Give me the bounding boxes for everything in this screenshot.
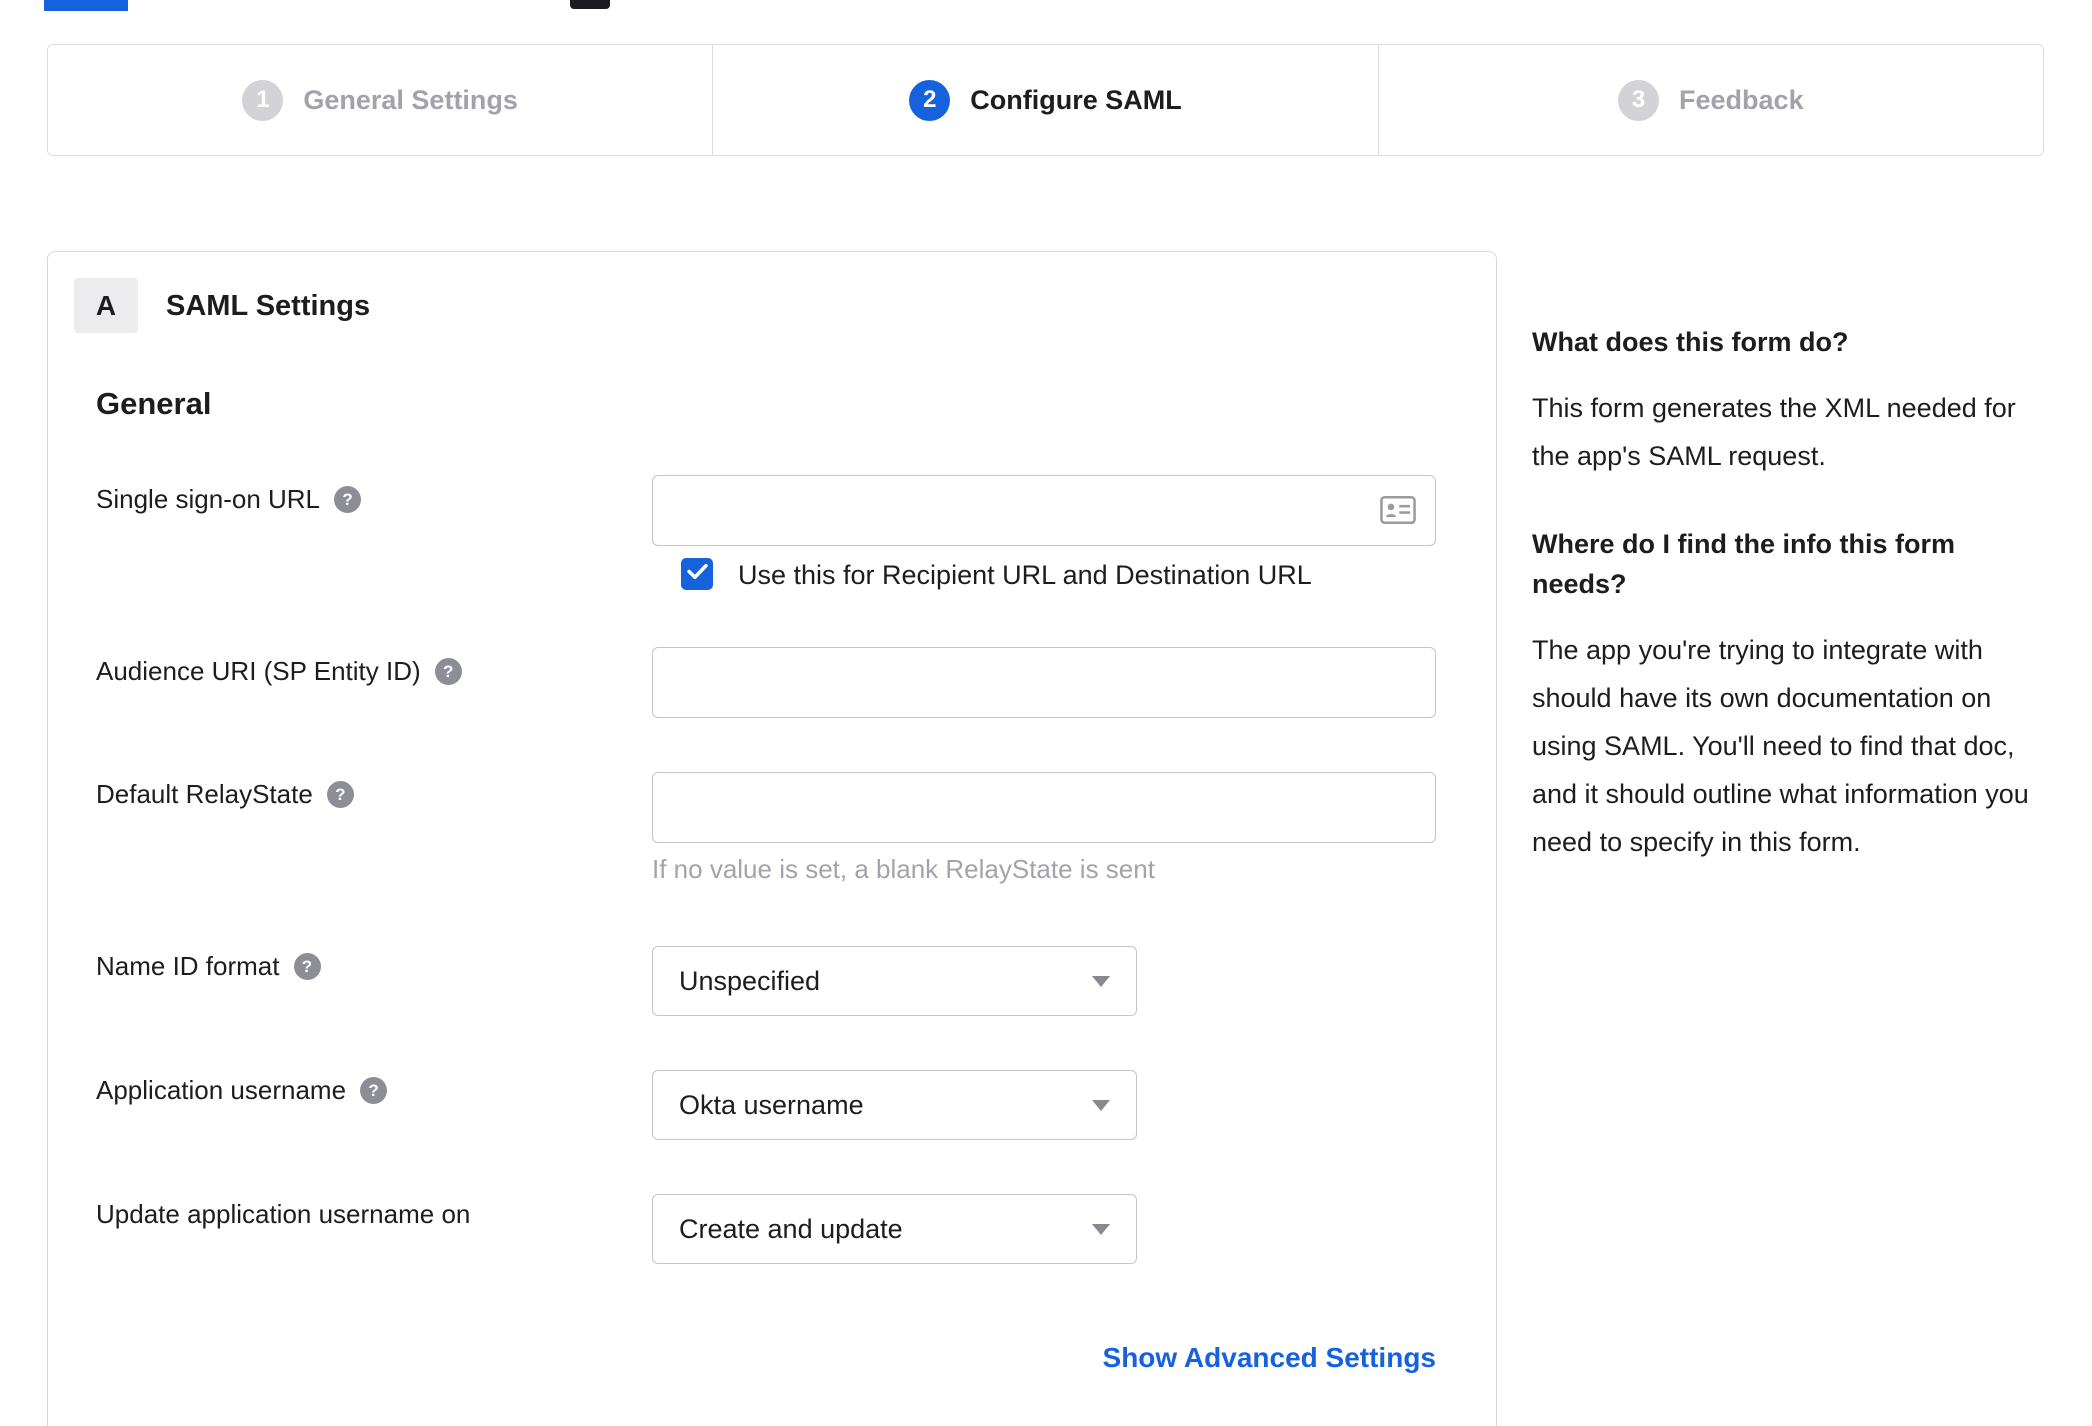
check-icon — [686, 563, 708, 585]
relay-state-label-text: Default RelayState — [96, 779, 313, 809]
step-number-icon: 3 — [1618, 79, 1660, 121]
recipient-destination-checkbox-label[interactable]: Use this for Recipient URL and Destinati… — [738, 558, 1312, 592]
audience-uri-label-text: Audience URI (SP Entity ID) — [96, 656, 421, 686]
general-section-heading: General — [96, 386, 212, 421]
audience-uri-label: Audience URI (SP Entity ID) — [96, 656, 462, 687]
chevron-down-icon — [1092, 1099, 1110, 1111]
update-application-username-label: Update application username on — [96, 1199, 470, 1230]
sso-url-label-text: Single sign-on URL — [96, 484, 321, 514]
application-username-select[interactable]: Okta username — [652, 1070, 1137, 1140]
help-icon[interactable] — [360, 1077, 388, 1104]
recipient-destination-checkbox[interactable] — [681, 558, 713, 590]
step-number-icon: 1 — [242, 79, 284, 121]
sso-url-input[interactable] — [652, 475, 1436, 546]
relay-state-label: Default RelayState — [96, 779, 354, 810]
saml-settings-card: A SAML Settings General Single sign-on U… — [47, 251, 1497, 1426]
show-advanced-settings-link[interactable]: Show Advanced Settings — [652, 1342, 1436, 1374]
application-username-value: Okta username — [679, 1089, 864, 1120]
help-icon[interactable] — [293, 953, 321, 980]
step-label: General Settings — [303, 84, 518, 115]
help-heading-what: What does this form do? — [1532, 327, 1849, 357]
application-username-label-text: Application username — [96, 1075, 347, 1105]
name-id-format-label: Name ID format — [96, 951, 321, 982]
step-number-icon: 2 — [909, 79, 951, 121]
name-id-format-value: Unspecified — [679, 965, 821, 996]
relay-state-hint: If no value is set, a blank RelayState i… — [652, 854, 1155, 884]
step-feedback[interactable]: 3 Feedback — [1377, 45, 2043, 155]
wizard-stepper: 1 General Settings 2 Configure SAML 3 Fe… — [47, 44, 2044, 156]
step-configure-saml[interactable]: 2 Configure SAML — [712, 45, 1377, 155]
application-username-label: Application username — [96, 1075, 388, 1106]
update-application-username-select[interactable]: Create and update — [652, 1194, 1137, 1264]
page-header-cutoff-icon — [570, 0, 610, 9]
chevron-down-icon — [1092, 1223, 1110, 1235]
chevron-down-icon — [1092, 975, 1110, 987]
relay-state-input[interactable] — [652, 772, 1436, 843]
card-title: SAML Settings — [166, 290, 371, 322]
name-id-format-select[interactable]: Unspecified — [652, 946, 1137, 1016]
step-label: Configure SAML — [970, 84, 1182, 115]
sso-url-label: Single sign-on URL — [96, 484, 362, 515]
step-general-settings[interactable]: 1 General Settings — [48, 45, 712, 155]
audience-uri-input[interactable] — [652, 647, 1436, 718]
help-icon[interactable] — [434, 658, 462, 685]
section-a-badge: A — [74, 278, 138, 333]
update-application-username-value: Create and update — [679, 1213, 903, 1244]
help-body-where: The app you're trying to integrate with … — [1532, 635, 2029, 857]
help-sidebar: What does this form do? This form genera… — [1532, 322, 2037, 910]
help-icon[interactable] — [326, 781, 354, 808]
contact-card-icon[interactable] — [1380, 496, 1416, 524]
help-icon[interactable] — [334, 486, 362, 513]
update-application-username-label-text: Update application username on — [96, 1199, 471, 1229]
help-body-what: This form generates the XML needed for t… — [1532, 393, 2016, 471]
help-heading-where: Where do I find the info this form needs… — [1532, 529, 1955, 599]
name-id-format-label-text: Name ID format — [96, 951, 280, 981]
page-header-cutoff-blue — [44, 0, 128, 11]
step-label: Feedback — [1679, 84, 1804, 115]
